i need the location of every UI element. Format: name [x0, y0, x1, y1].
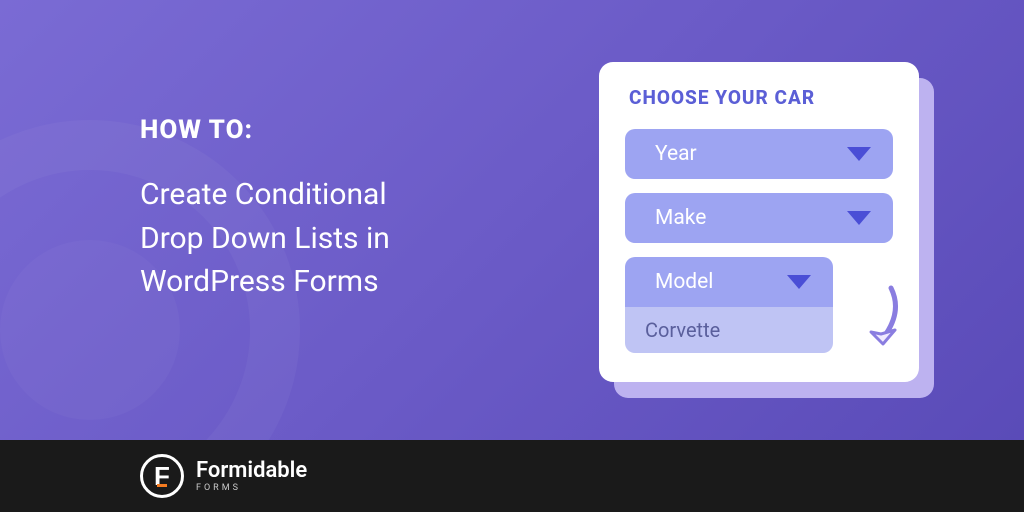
chevron-down-icon [847, 147, 871, 161]
chevron-down-icon [787, 275, 811, 289]
hero-banner: HOW TO: Create Conditional Drop Down Lis… [0, 0, 1024, 440]
model-dropdown[interactable]: Model [625, 257, 833, 307]
year-dropdown[interactable]: Year [625, 129, 893, 179]
chevron-down-icon [847, 211, 871, 225]
curved-arrow-icon [851, 282, 907, 362]
brand-text: Formidable FORMS [196, 460, 307, 493]
make-dropdown[interactable]: Make [625, 193, 893, 243]
card-title: CHOOSE YOUR CAR [625, 86, 893, 109]
model-dropdown-label: Model [655, 270, 713, 294]
model-option-corvette[interactable]: Corvette [625, 307, 833, 353]
howto-label: HOW TO: [140, 115, 390, 145]
headline-title: Create Conditional Drop Down Lists in Wo… [140, 173, 390, 304]
footer-bar: F Formidable FORMS [0, 440, 1024, 512]
make-dropdown-label: Make [655, 206, 706, 230]
year-dropdown-label: Year [655, 142, 697, 166]
brand-name: Formidable [196, 460, 307, 482]
formidable-logo-icon: F [140, 454, 184, 498]
form-card: CHOOSE YOUR CAR Year Make Model Corvette [599, 62, 919, 382]
headline-block: HOW TO: Create Conditional Drop Down Lis… [140, 115, 390, 304]
brand-subtitle: FORMS [196, 484, 307, 493]
